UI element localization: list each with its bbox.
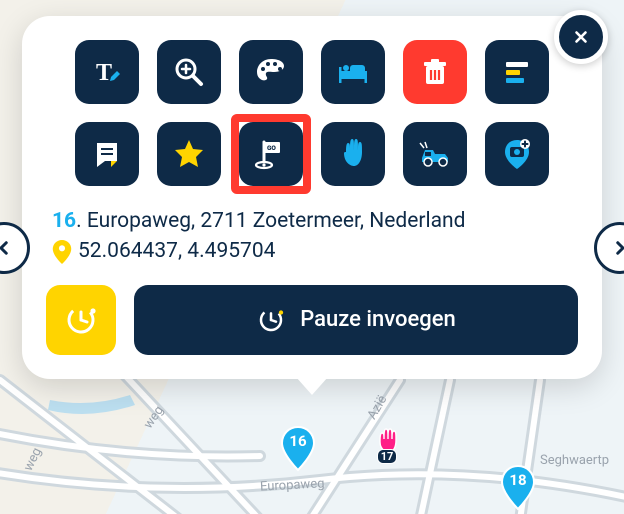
svg-text:T: T xyxy=(96,60,112,86)
icon-toolbar: T xyxy=(46,40,578,186)
svg-text:GO: GO xyxy=(267,144,276,152)
waypoint-number: 16 xyxy=(52,209,76,233)
offroad-button[interactable] xyxy=(403,122,467,186)
palette-icon xyxy=(253,54,289,90)
note-button[interactable] xyxy=(75,122,139,186)
map-marker-number: 17 xyxy=(377,449,398,464)
waypoint-number-suffix: . xyxy=(76,209,87,233)
waypoint-meta: 16. Europaweg, 2711 Zoetermeer, Nederlan… xyxy=(46,206,578,285)
text-edit-icon: T xyxy=(89,54,125,90)
waypoint-address: Europaweg, 2711 Zoetermeer, Nederland xyxy=(87,209,466,233)
bed-icon xyxy=(335,54,371,90)
offroad-truck-icon xyxy=(417,136,453,172)
waypoint-coords: 52.064437, 4.495704 xyxy=(78,236,275,266)
action-row: Pauze invoegen xyxy=(46,285,578,355)
star-icon xyxy=(171,136,207,172)
chevron-right-icon xyxy=(611,239,624,257)
clock-icon xyxy=(63,302,99,338)
insert-pause-label: Pauze invoegen xyxy=(300,307,456,332)
waypoint-popover: T xyxy=(22,16,602,379)
favorite-button[interactable] xyxy=(157,122,221,186)
add-photo-location-button[interactable] xyxy=(485,122,549,186)
chevron-left-icon xyxy=(0,239,13,257)
segments-icon xyxy=(499,54,535,90)
go-flag-icon: GO xyxy=(253,136,289,172)
close-button[interactable] xyxy=(554,10,608,64)
stop-hand-button[interactable] xyxy=(321,122,385,186)
map-marker-number: 16 xyxy=(289,432,306,450)
close-icon xyxy=(572,28,590,46)
palette-button[interactable] xyxy=(239,40,303,104)
map-marker-18[interactable]: 18 xyxy=(500,465,536,511)
waypoint-address-line: 16. Europaweg, 2711 Zoetermeer, Nederlan… xyxy=(52,206,572,236)
segments-button[interactable] xyxy=(485,40,549,104)
sleep-button[interactable] xyxy=(321,40,385,104)
clock-dashed-icon xyxy=(256,305,286,335)
set-time-button[interactable] xyxy=(46,285,116,355)
delete-button[interactable] xyxy=(403,40,467,104)
note-icon xyxy=(89,136,125,172)
map-marker-16[interactable]: 16 xyxy=(280,426,316,472)
stop-hand-icon xyxy=(335,136,371,172)
map-marker-number: 18 xyxy=(509,471,526,489)
waypoint-coords-line: 52.064437, 4.495704 xyxy=(52,236,572,266)
zoom-in-button[interactable] xyxy=(157,40,221,104)
text-edit-button[interactable]: T xyxy=(75,40,139,104)
location-pin-icon xyxy=(52,240,72,264)
go-flag-button[interactable]: GO xyxy=(239,122,303,186)
trash-icon xyxy=(417,54,453,90)
insert-pause-button[interactable]: Pauze invoegen xyxy=(134,285,578,355)
map-stop-marker-17[interactable]: 17 xyxy=(372,427,402,467)
zoom-in-icon xyxy=(171,54,207,90)
add-photo-location-icon xyxy=(499,136,535,172)
